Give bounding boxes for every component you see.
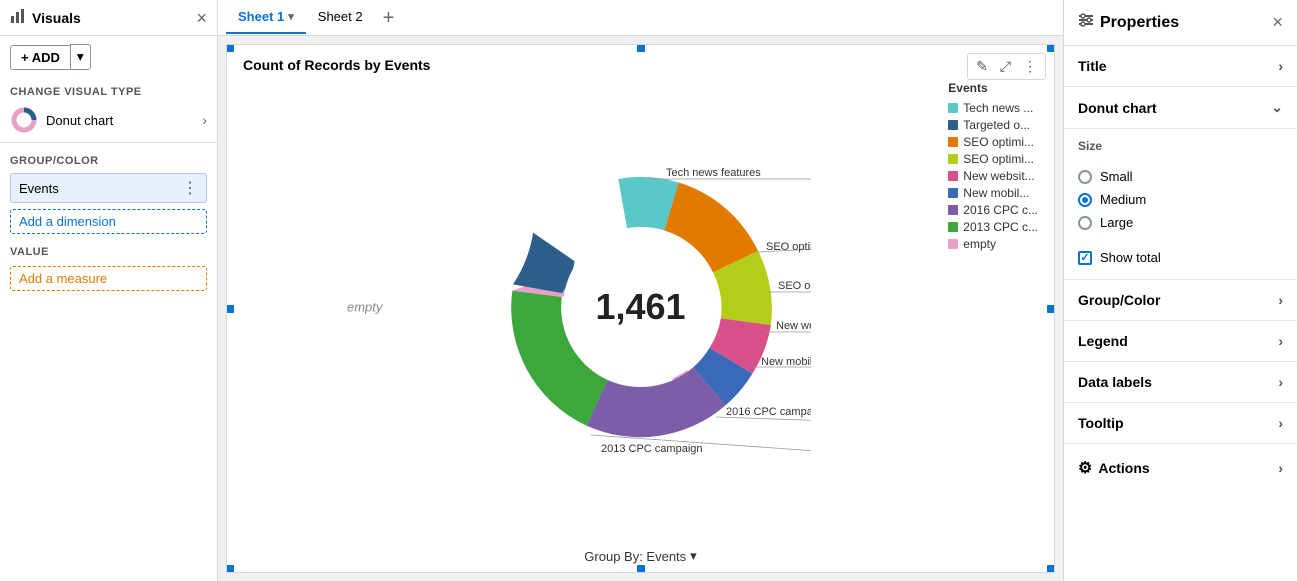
svg-text:New website promo: New website promo — [776, 320, 811, 332]
show-total-checkbox[interactable]: ✓ — [1078, 251, 1092, 265]
checkbox-check-icon: ✓ — [1080, 251, 1089, 264]
prop-section-tooltip-header[interactable]: Tooltip › — [1064, 403, 1297, 443]
donut-wrapper: Tech news features SEO optimization v2 S… — [471, 137, 811, 477]
add-button[interactable]: + ADD — [10, 45, 70, 70]
tab-sheet-2[interactable]: Sheet 2 — [306, 1, 375, 34]
chart-container: Count of Records by Events ✎ ⤢ ⋮ Events … — [226, 44, 1055, 573]
prop-chevron-group-icon: › — [1278, 292, 1283, 308]
resize-handle-br[interactable] — [1047, 565, 1055, 573]
prop-section-donut-header[interactable]: Donut chart ⌄ — [1064, 87, 1297, 129]
right-panel-title: Properties — [1078, 12, 1179, 33]
size-small-row[interactable]: Small — [1078, 169, 1283, 184]
field-pill-label: Events — [19, 181, 59, 196]
prop-section-data-labels-header[interactable]: Data labels › — [1064, 362, 1297, 402]
actions-label: Actions — [1098, 460, 1149, 476]
left-panel-header: Visuals × — [0, 0, 217, 36]
radio-medium[interactable] — [1078, 193, 1092, 207]
visual-type-left: Donut chart — [10, 106, 113, 134]
visual-type-label: Donut chart — [46, 113, 113, 128]
actions-row[interactable]: ⚙ Actions › — [1064, 444, 1297, 492]
value-label: VALUE — [0, 238, 217, 262]
add-button-group: + ADD ▾ — [10, 44, 207, 70]
tabs-bar: Sheet 1 ▾ Sheet 2 + — [218, 0, 1063, 36]
radio-large[interactable] — [1078, 216, 1092, 230]
main-area: Sheet 1 ▾ Sheet 2 + Count of Records by … — [218, 0, 1063, 581]
left-panel: Visuals × + ADD ▾ CHANGE VISUAL TYPE Don… — [0, 0, 218, 581]
resize-handle-bl[interactable] — [226, 565, 234, 573]
svg-text:New mobile site promo: New mobile site promo — [761, 356, 811, 368]
actions-left: ⚙ Actions — [1078, 458, 1150, 478]
chart-content: Tech news features SEO optimization v2 S… — [227, 73, 1054, 540]
group-by-bar: Group By: Events ▾ — [584, 548, 696, 564]
resize-handle-tl[interactable] — [226, 44, 234, 52]
prop-section-donut: Donut chart ⌄ Size Small Medium Large — [1064, 87, 1297, 280]
size-label: Size — [1078, 139, 1283, 153]
prop-chevron-actions-icon: › — [1278, 460, 1283, 476]
left-panel-title: Visuals — [10, 8, 81, 27]
donut-chart-icon — [10, 106, 38, 134]
donut-svg: Tech news features SEO optimization v2 S… — [471, 137, 811, 477]
visual-type-chevron-right-icon: › — [202, 112, 207, 128]
divider-1 — [0, 142, 217, 143]
prop-section-legend: Legend › — [1064, 321, 1297, 362]
empty-chart-label: empty — [347, 299, 382, 314]
add-measure-button[interactable]: Add a measure — [10, 266, 207, 291]
right-panel: Properties × Title › Donut chart ⌄ Size … — [1063, 0, 1297, 581]
prop-section-data-labels: Data labels › — [1064, 362, 1297, 403]
visuals-icon — [10, 8, 26, 27]
prop-chevron-data-labels-icon: › — [1278, 374, 1283, 390]
donut-segment-targeted[interactable] — [513, 232, 575, 293]
size-options: Small Medium Large — [1078, 161, 1283, 246]
resize-handle-tm[interactable] — [637, 44, 645, 52]
actions-icon: ⚙ — [1078, 458, 1092, 478]
size-large-row[interactable]: Large — [1078, 215, 1283, 230]
tab-sheet-1[interactable]: Sheet 1 ▾ — [226, 1, 306, 34]
resize-handle-bm[interactable] — [637, 565, 645, 573]
prop-donut-body: Size Small Medium Large ✓ — [1064, 129, 1297, 279]
left-panel-close-button[interactable]: × — [196, 9, 207, 27]
add-caret-button[interactable]: ▾ — [70, 44, 91, 70]
visual-type-row[interactable]: Donut chart › — [0, 102, 217, 138]
svg-text:2013 CPC campaign: 2013 CPC campaign — [601, 443, 703, 455]
prop-section-group-color-header[interactable]: Group/Color › — [1064, 280, 1297, 320]
size-medium-label: Medium — [1100, 192, 1146, 207]
prop-section-title-header[interactable]: Title › — [1064, 46, 1297, 86]
radio-small[interactable] — [1078, 170, 1092, 184]
prop-section-legend-header[interactable]: Legend › — [1064, 321, 1297, 361]
prop-chevron-legend-icon: › — [1278, 333, 1283, 349]
show-total-label: Show total — [1100, 250, 1161, 265]
prop-chevron-donut-icon: ⌄ — [1271, 99, 1283, 116]
svg-text:2016 CPC campaign: 2016 CPC campaign — [726, 406, 811, 418]
size-medium-row[interactable]: Medium — [1078, 192, 1283, 207]
properties-icon — [1078, 12, 1094, 33]
prop-chevron-title-icon: › — [1278, 58, 1283, 74]
resize-handle-tr[interactable] — [1047, 44, 1055, 52]
change-visual-type-label: CHANGE VISUAL TYPE — [0, 78, 217, 102]
size-large-label: Large — [1100, 215, 1133, 230]
show-total-row[interactable]: ✓ Show total — [1078, 246, 1283, 269]
group-color-label: GROUP/COLOR — [0, 147, 217, 171]
svg-text:SEO optimization v1: SEO optimization v1 — [778, 280, 811, 292]
tab-sheet-1-caret-icon[interactable]: ▾ — [288, 10, 294, 23]
right-panel-header: Properties × — [1064, 0, 1297, 46]
field-pill-menu-button[interactable]: ⋮ — [182, 178, 198, 198]
donut-inner-circle — [563, 229, 719, 385]
svg-text:SEO optimization v2: SEO optimization v2 — [766, 241, 811, 253]
group-by-label: Group By: Events — [584, 549, 686, 564]
group-by-caret-icon[interactable]: ▾ — [690, 548, 697, 564]
add-dimension-button[interactable]: Add a dimension — [10, 209, 207, 234]
tab-add-button[interactable]: + — [375, 8, 403, 28]
events-field-pill[interactable]: Events ⋮ — [10, 173, 207, 203]
prop-section-tooltip: Tooltip › — [1064, 403, 1297, 444]
svg-text:Tech news features: Tech news features — [666, 167, 761, 179]
size-small-label: Small — [1100, 169, 1133, 184]
prop-section-group-color: Group/Color › — [1064, 280, 1297, 321]
prop-chevron-tooltip-icon: › — [1278, 415, 1283, 431]
right-panel-close-button[interactable]: × — [1272, 12, 1283, 33]
prop-section-title: Title › — [1064, 46, 1297, 87]
